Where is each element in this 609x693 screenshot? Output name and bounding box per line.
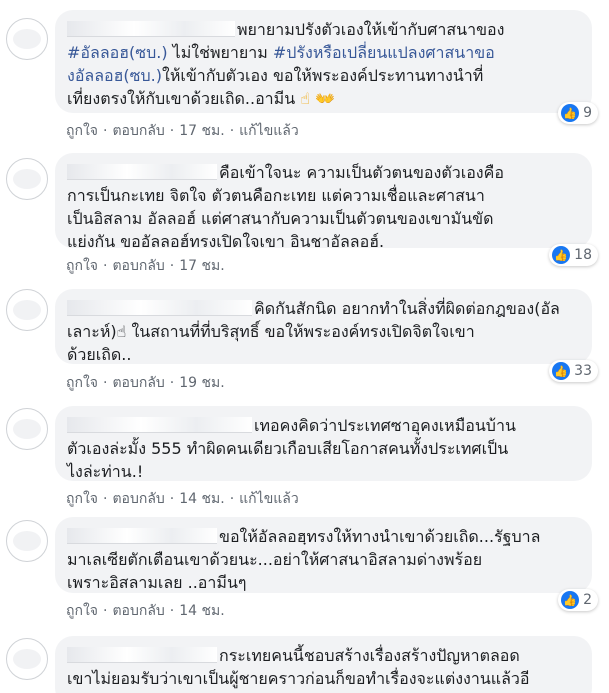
comment-text: แย่งกัน ขออัลลอฮ์ทรงเปิดใจเขา อินชาอัลลอ… [67,232,385,251]
comment-actions: ถูกใจ · ตอบกลับ · 14 ชม. [66,600,225,622]
separator: · [229,491,235,507]
comment-text: เลาะห์)☝ ในสถานที่ที่บริสุทธิ์ ขอให้พระอ… [67,322,475,341]
comment-text: ด้วยเถิด.. [67,345,132,364]
hashtag-link[interactable]: งอัลลอฮ(ซบ.) [67,66,162,85]
reaction-count[interactable]: 👍 33 [549,360,598,382]
comment-text: ตัวเองล่ะมั้ง 555 ทำผิดคนเดียวเกือบเสียโ… [67,439,509,458]
comment-bubble: กระเทยคนนี้ชอบสร้างเรื่องสร้างปัญหาตลอด … [55,636,592,693]
comment-bubble: พยายามปรังตัวเองให้เข้ากับศาสนาของ #อัลล… [55,10,598,124]
separator: · [169,123,175,139]
reaction-count[interactable]: 👍 9 [558,102,598,124]
emoji: ☝ 👐 [300,89,335,108]
comment-text: เป็นอิสลาม อัลลอฮ์ แต่ศาสนากับความเป็นตั… [67,209,494,228]
comment-actions: ถูกใจ · ตอบกลับ · 19 ชม. [66,372,225,394]
reply-link[interactable]: ตอบกลับ [112,120,164,142]
thumbs-up-icon: 👍 [552,362,571,380]
comment-text: มาเลเซียตักเตือนเขาด้วยนะ...อย่าให้ศาสนา… [67,550,483,569]
avatar[interactable] [6,158,48,200]
like-link[interactable]: ถูกใจ [66,600,98,622]
comment-actions: ถูกใจ · ตอบกลับ · 14 ชม. · แก้ไขแล้ว [66,488,299,510]
like-count: 9 [583,104,592,121]
comment-text: เทอคงคิดว่าประเทศซาอุคงเหมือนบ้าน [254,416,516,435]
reply-link[interactable]: ตอบกลับ [112,488,164,510]
timestamp[interactable]: 14 ชม. [179,488,224,510]
separator: · [169,491,175,507]
comment-bubble: เทอคงคิดว่าประเทศซาอุคงเหมือนบ้าน ตัวเอง… [55,406,592,481]
avatar[interactable] [6,289,48,331]
separator: · [169,375,175,391]
author-name[interactable] [67,528,217,544]
reply-link[interactable]: ตอบกลับ [112,255,164,277]
like-link[interactable]: ถูกใจ [66,120,98,142]
author-name[interactable] [67,647,217,663]
reply-link[interactable]: ตอบกลับ [112,372,164,394]
comment-text: การเป็นกะเทย จิตใจ ตัวตนคือกะเทย แต่ความ… [67,186,485,205]
thumbs-up-icon: 👍 [561,591,580,609]
like-count: 18 [574,246,592,263]
avatar[interactable] [6,18,48,60]
timestamp[interactable]: 19 ชม. [179,372,224,394]
separator: · [169,603,175,619]
comment-bubble: คือเข้าใจนะ ความเป็นตัวตนของตัวเองคือ กา… [55,153,598,266]
separator: · [103,603,108,619]
hashtag-link[interactable]: #อัลลอฮ(ซบ.) [67,43,168,62]
thumbs-up-icon: 👍 [561,104,580,122]
comment-actions: ถูกใจ · ตอบกลับ · 17 ชม. · แก้ไขแล้ว [66,120,299,142]
comment-text: ไงล่ะท่าน.! [67,462,144,481]
separator: · [103,258,108,274]
separator: · [103,123,108,139]
author-name[interactable] [67,164,217,180]
comment-text: กระเทยคนนี้ชอบสร้างเรื่องสร้างปัญหาตลอด [219,646,520,665]
comment-text: คิดกันสักนิด อยากทำในสิ่งที่ผิดต่อกฎของ(… [254,299,560,318]
avatar[interactable] [6,638,48,680]
separator: · [103,375,108,391]
timestamp[interactable]: 17 ชม. [179,120,224,142]
comment-actions: ถูกใจ · ตอบกลับ · 17 ชม. [66,255,225,277]
comment-text: คือเข้าใจนะ ความเป็นตัวตนของตัวเองคือ [219,163,504,182]
reaction-count[interactable]: 👍 2 [558,589,598,611]
author-name[interactable] [67,21,235,37]
like-count: 2 [583,591,592,608]
reply-link[interactable]: ตอบกลับ [112,600,164,622]
comment-text: เขาไม่ยอมรับว่าเขาเป็นผู้ชายคราวก่อนก็ขอ… [67,669,530,688]
timestamp[interactable]: 17 ชม. [179,255,224,277]
edited-label[interactable]: แก้ไขแล้ว [239,488,299,510]
reaction-count[interactable]: 👍 18 [549,244,598,266]
comment-bubble: คิดกันสักนิด อยากทำในสิ่งที่ผิดต่อกฎของ(… [55,289,598,382]
separator: · [229,123,235,139]
hashtag-link[interactable]: #ปรังหรือเปลี่ยนแปลงศาสนาขอ [273,43,495,62]
avatar[interactable] [6,520,48,562]
timestamp[interactable]: 14 ชม. [179,600,224,622]
comment-bubble: ขอให้อัลลอฮฺทรงให้ทางนำเขาด้วยเถิด...รัฐ… [55,517,598,611]
separator: · [169,258,175,274]
comment-text: ขอให้อัลลอฮฺทรงให้ทางนำเขาด้วยเถิด...รัฐ… [219,527,541,546]
avatar[interactable] [6,408,48,450]
thumbs-up-icon: 👍 [552,246,571,264]
author-name[interactable] [67,300,252,316]
like-count: 33 [574,362,592,379]
separator: · [103,491,108,507]
edited-label[interactable]: แก้ไขแล้ว [239,120,299,142]
comment-text: เที่ยงตรงให้กับเขาด้วยเถิด..อามีน [67,89,296,108]
like-link[interactable]: ถูกใจ [66,488,98,510]
author-name[interactable] [67,417,252,433]
comment-text: พยายามปรังตัวเองให้เข้ากับศาสนาของ [237,20,505,39]
like-link[interactable]: ถูกใจ [66,255,98,277]
comment-text: เพราะอิสลามเลย ..อามีนๆ [67,573,247,592]
like-link[interactable]: ถูกใจ [66,372,98,394]
